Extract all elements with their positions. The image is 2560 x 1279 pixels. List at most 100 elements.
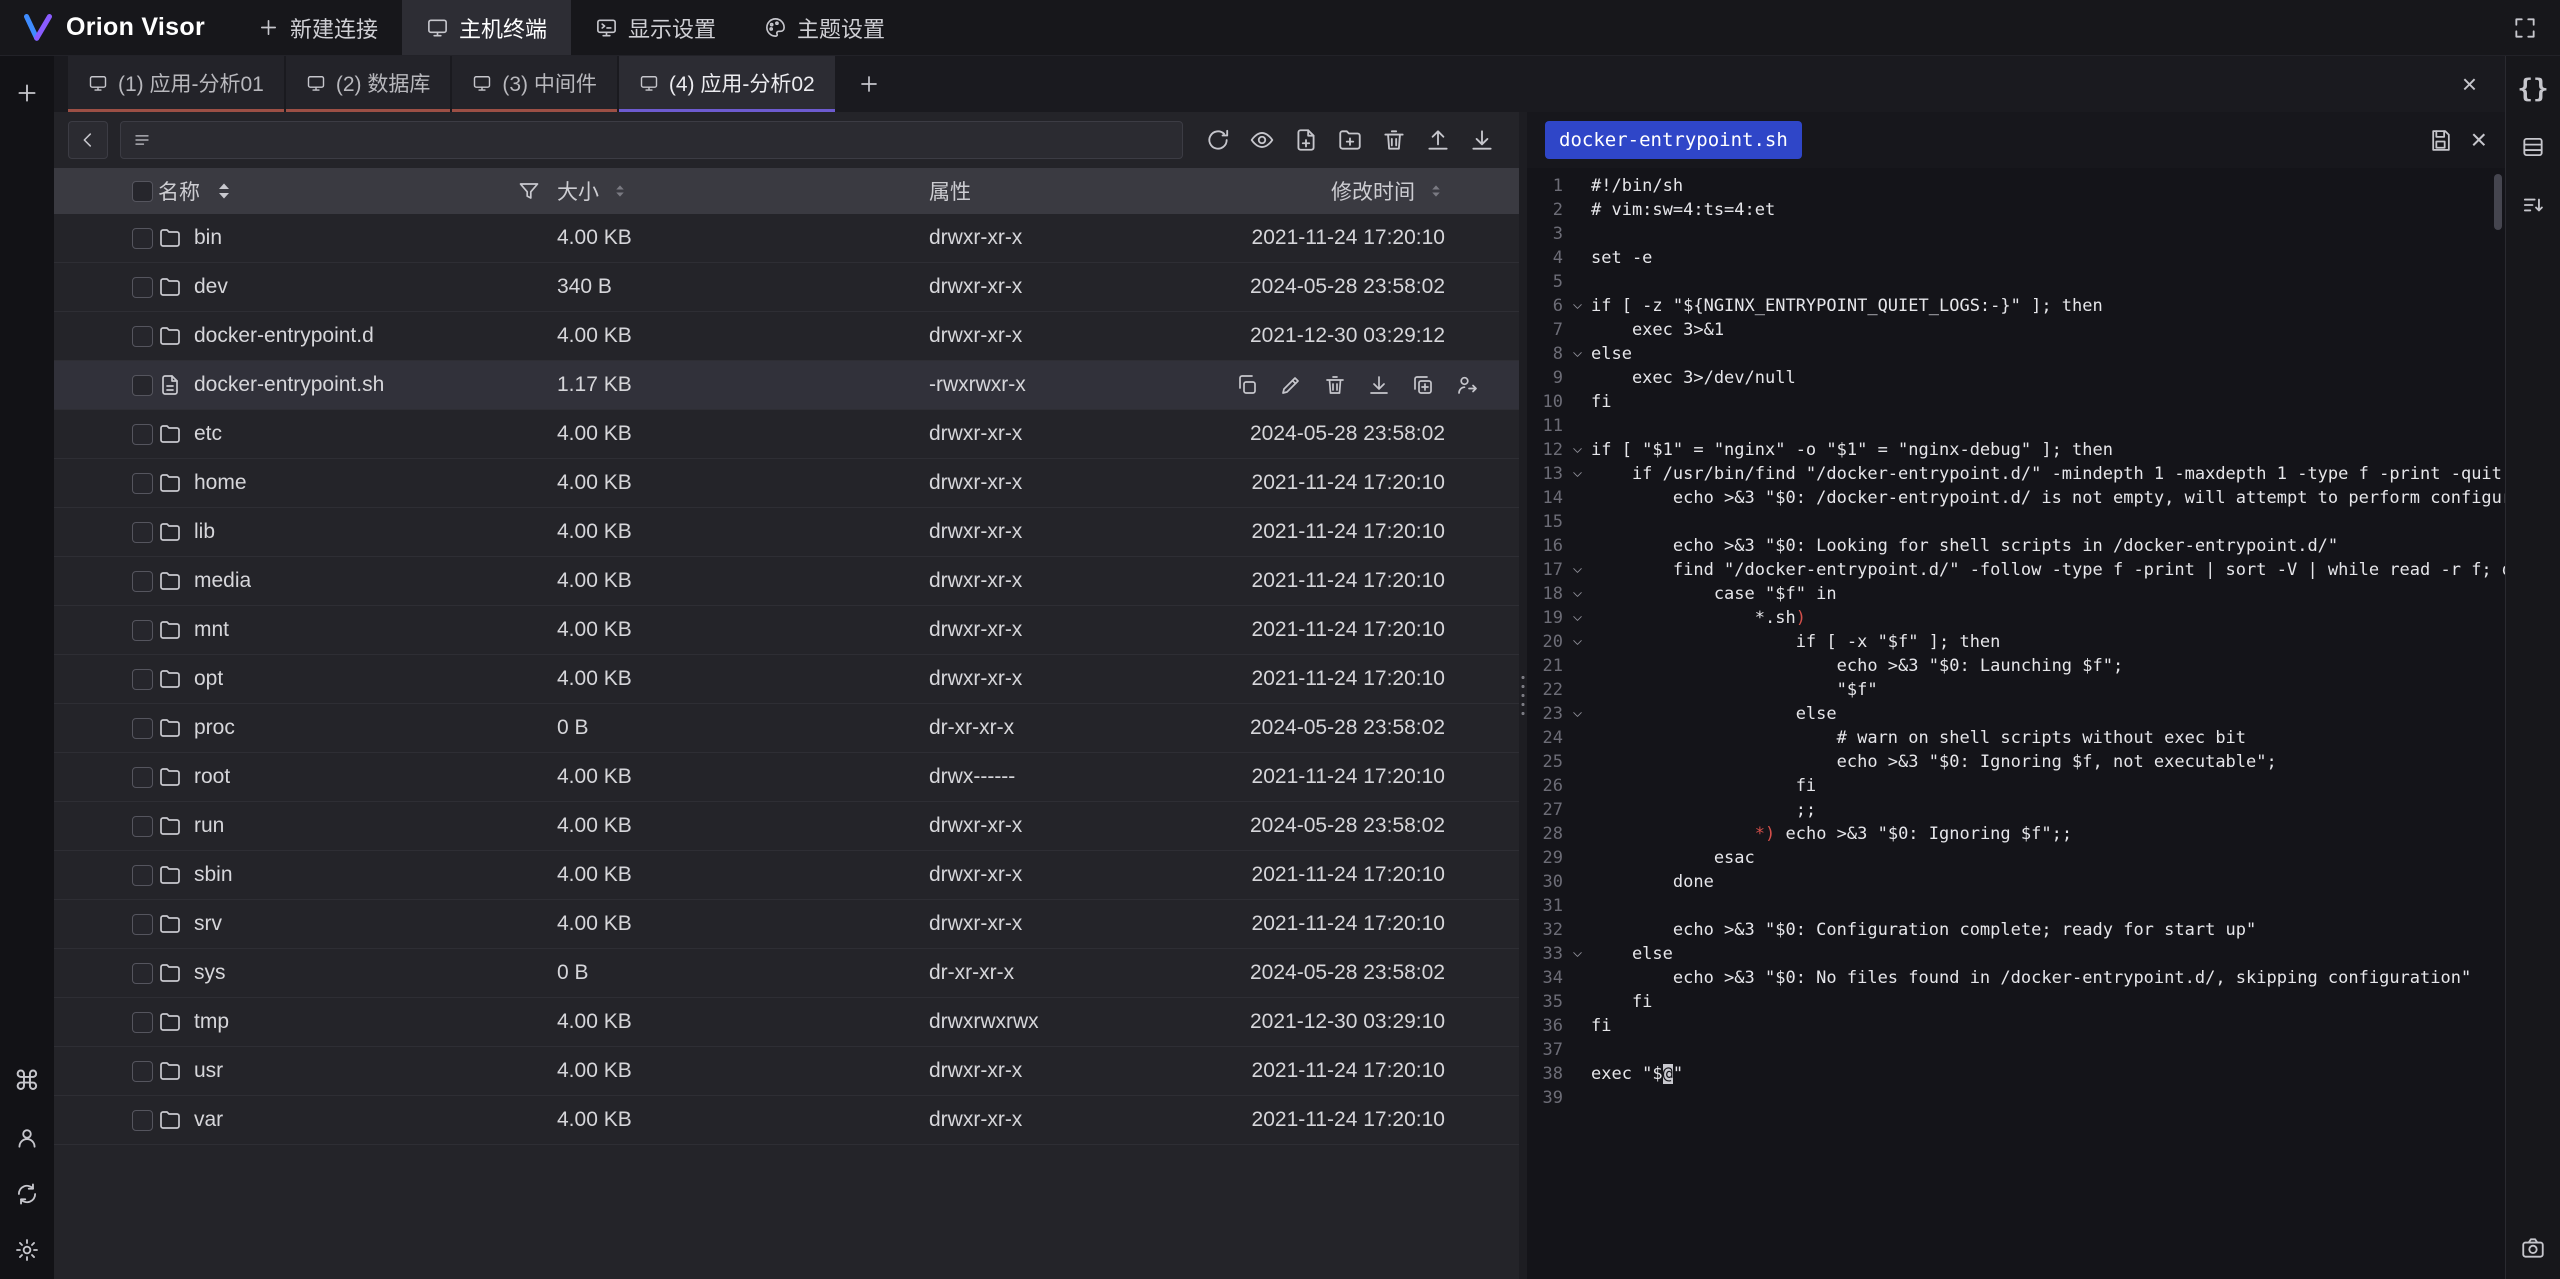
delete-icon[interactable] (1323, 373, 1347, 397)
row-checkbox[interactable] (132, 718, 153, 739)
fullscreen-icon[interactable] (2512, 15, 2538, 41)
panel-splitter[interactable] (1519, 112, 1527, 1279)
file-row[interactable]: etc4.00 KBdrwxr-xr-x2024-05-28 23:58:02 (54, 410, 1519, 459)
path-input[interactable] (120, 121, 1183, 159)
copy-path-icon[interactable] (1411, 373, 1435, 397)
file-row[interactable]: sys0 Bdr-xr-xr-x2024-05-28 23:58:02 (54, 949, 1519, 998)
fold-chevron-icon[interactable] (1563, 462, 1591, 486)
fold-gutter (1563, 1086, 1591, 1110)
filter-icon[interactable] (517, 179, 541, 203)
row-checkbox[interactable] (132, 228, 153, 249)
upload-icon[interactable] (1425, 127, 1451, 153)
row-checkbox[interactable] (132, 424, 153, 445)
show-hidden-eye-icon[interactable] (1249, 127, 1275, 153)
command-shortcuts-icon[interactable]: ⌘ (14, 1068, 41, 1095)
sort-size-icon[interactable] (611, 182, 629, 200)
folder-icon (158, 1010, 182, 1034)
file-row[interactable]: run4.00 KBdrwxr-xr-x2024-05-28 23:58:02 (54, 802, 1519, 851)
row-checkbox[interactable] (132, 1012, 153, 1033)
file-row[interactable]: opt4.00 KBdrwxr-xr-x2021-11-24 17:20:10 (54, 655, 1519, 704)
file-row[interactable]: var4.00 KBdrwxr-xr-x2021-11-24 17:20:10 (54, 1096, 1519, 1145)
save-icon[interactable] (2428, 128, 2453, 153)
row-checkbox[interactable] (132, 1061, 153, 1082)
fold-gutter (1563, 750, 1591, 774)
row-checkbox[interactable] (132, 963, 153, 984)
file-row[interactable]: sbin4.00 KBdrwxr-xr-x2021-11-24 17:20:10 (54, 851, 1519, 900)
row-checkbox[interactable] (132, 914, 153, 935)
screenshot-camera-icon[interactable] (2520, 1235, 2546, 1261)
row-checkbox[interactable] (132, 620, 153, 641)
file-row[interactable]: bin4.00 KBdrwxr-xr-x2021-11-24 17:20:10 (54, 214, 1519, 263)
file-row[interactable]: srv4.00 KBdrwxr-xr-x2021-11-24 17:20:10 (54, 900, 1519, 949)
file-row[interactable]: root4.00 KBdrwx------2021-11-24 17:20:10 (54, 753, 1519, 802)
file-row[interactable]: tmp4.00 KBdrwxrwxrwx2021-12-30 03:29:10 (54, 998, 1519, 1047)
edit-icon[interactable] (1279, 373, 1303, 397)
menu-item-theme-settings[interactable]: 主题设置 (740, 0, 909, 55)
row-checkbox[interactable] (132, 865, 153, 886)
editor-scrollbar[interactable] (2494, 174, 2502, 230)
code-editor[interactable]: 1#!/bin/sh2# vim:sw=4:ts=4:et34set -e56i… (1527, 168, 2505, 1279)
settings-gear-icon[interactable] (14, 1237, 40, 1263)
sort-mtime-icon[interactable] (1427, 182, 1445, 200)
terminal-tab-3[interactable]: (3) 中间件 (452, 56, 617, 112)
row-checkbox[interactable] (132, 277, 153, 298)
sort-name-icon[interactable] (212, 179, 236, 203)
fold-chevron-icon[interactable] (1563, 294, 1591, 318)
panel-layout-icon[interactable] (2520, 134, 2546, 160)
terminal-tab-4[interactable]: (4) 应用-分析02 (619, 56, 835, 112)
sync-icon[interactable] (14, 1181, 40, 1207)
row-checkbox[interactable] (132, 1110, 153, 1131)
row-checkbox[interactable] (132, 326, 153, 347)
row-checkbox[interactable] (132, 669, 153, 690)
menu-item-host-terminal[interactable]: 主机终端 (402, 0, 571, 55)
copy-icon[interactable] (1235, 373, 1259, 397)
row-checkbox[interactable] (132, 767, 153, 788)
brand[interactable]: Orion Visor (0, 0, 233, 55)
file-row[interactable]: dev340 Bdrwxr-xr-x2024-05-28 23:58:02 (54, 263, 1519, 312)
code-line: 28 *) echo >&3 "$0: Ignoring $f";; (1527, 822, 2505, 846)
fold-chevron-icon[interactable] (1563, 630, 1591, 654)
fold-chevron-icon[interactable] (1563, 438, 1591, 462)
row-checkbox[interactable] (132, 522, 153, 543)
editor-file-tab[interactable]: docker-entrypoint.sh (1545, 121, 1802, 159)
select-all-checkbox[interactable] (132, 181, 153, 202)
add-icon[interactable] (14, 80, 40, 106)
trash-icon[interactable] (1381, 127, 1407, 153)
new-folder-icon[interactable] (1337, 127, 1363, 153)
back-button[interactable] (68, 121, 108, 159)
sort-lines-icon[interactable] (2520, 192, 2546, 218)
fold-chevron-icon[interactable] (1563, 558, 1591, 582)
file-row[interactable]: mnt4.00 KBdrwxr-xr-x2021-11-24 17:20:10 (54, 606, 1519, 655)
refresh-icon[interactable] (1205, 127, 1231, 153)
fold-chevron-icon[interactable] (1563, 342, 1591, 366)
terminal-tab-2[interactable]: (2) 数据库 (286, 56, 451, 112)
download-icon[interactable] (1367, 373, 1391, 397)
close-tabs-icon[interactable]: × (2434, 56, 2505, 112)
file-row[interactable]: media4.00 KBdrwxr-xr-x2021-11-24 17:20:1… (54, 557, 1519, 606)
user-icon[interactable] (14, 1125, 40, 1151)
file-row[interactable]: home4.00 KBdrwxr-xr-x2021-11-24 17:20:10 (54, 459, 1519, 508)
row-checkbox[interactable] (132, 375, 153, 396)
fold-chevron-icon[interactable] (1563, 942, 1591, 966)
app-window: Orion Visor 新建连接主机终端显示设置主题设置 ⌘ (1) 应用-分析… (0, 0, 2560, 1279)
file-row[interactable]: lib4.00 KBdrwxr-xr-x2021-11-24 17:20:10 (54, 508, 1519, 557)
file-row[interactable]: docker-entrypoint.sh1.17 KB-rwxrwxr-x (54, 361, 1519, 410)
fold-chevron-icon[interactable] (1563, 702, 1591, 726)
row-checkbox[interactable] (132, 473, 153, 494)
download-icon[interactable] (1469, 127, 1495, 153)
new-file-icon[interactable] (1293, 127, 1319, 153)
close-editor-icon[interactable]: × (2471, 126, 2487, 154)
file-row[interactable]: usr4.00 KBdrwxr-xr-x2021-11-24 17:20:10 (54, 1047, 1519, 1096)
permission-icon[interactable] (1455, 373, 1479, 397)
fold-chevron-icon[interactable] (1563, 606, 1591, 630)
row-checkbox[interactable] (132, 571, 153, 592)
braces-format-icon[interactable]: {} (2517, 76, 2548, 102)
file-row[interactable]: docker-entrypoint.d4.00 KBdrwxr-xr-x2021… (54, 312, 1519, 361)
file-row[interactable]: proc0 Bdr-xr-xr-x2024-05-28 23:58:02 (54, 704, 1519, 753)
row-checkbox[interactable] (132, 816, 153, 837)
menu-item-new-connection[interactable]: 新建连接 (233, 0, 402, 55)
fold-chevron-icon[interactable] (1563, 582, 1591, 606)
menu-item-display-settings[interactable]: 显示设置 (571, 0, 740, 55)
terminal-tab-1[interactable]: (1) 应用-分析01 (68, 56, 284, 112)
new-tab-icon[interactable] (837, 56, 901, 112)
